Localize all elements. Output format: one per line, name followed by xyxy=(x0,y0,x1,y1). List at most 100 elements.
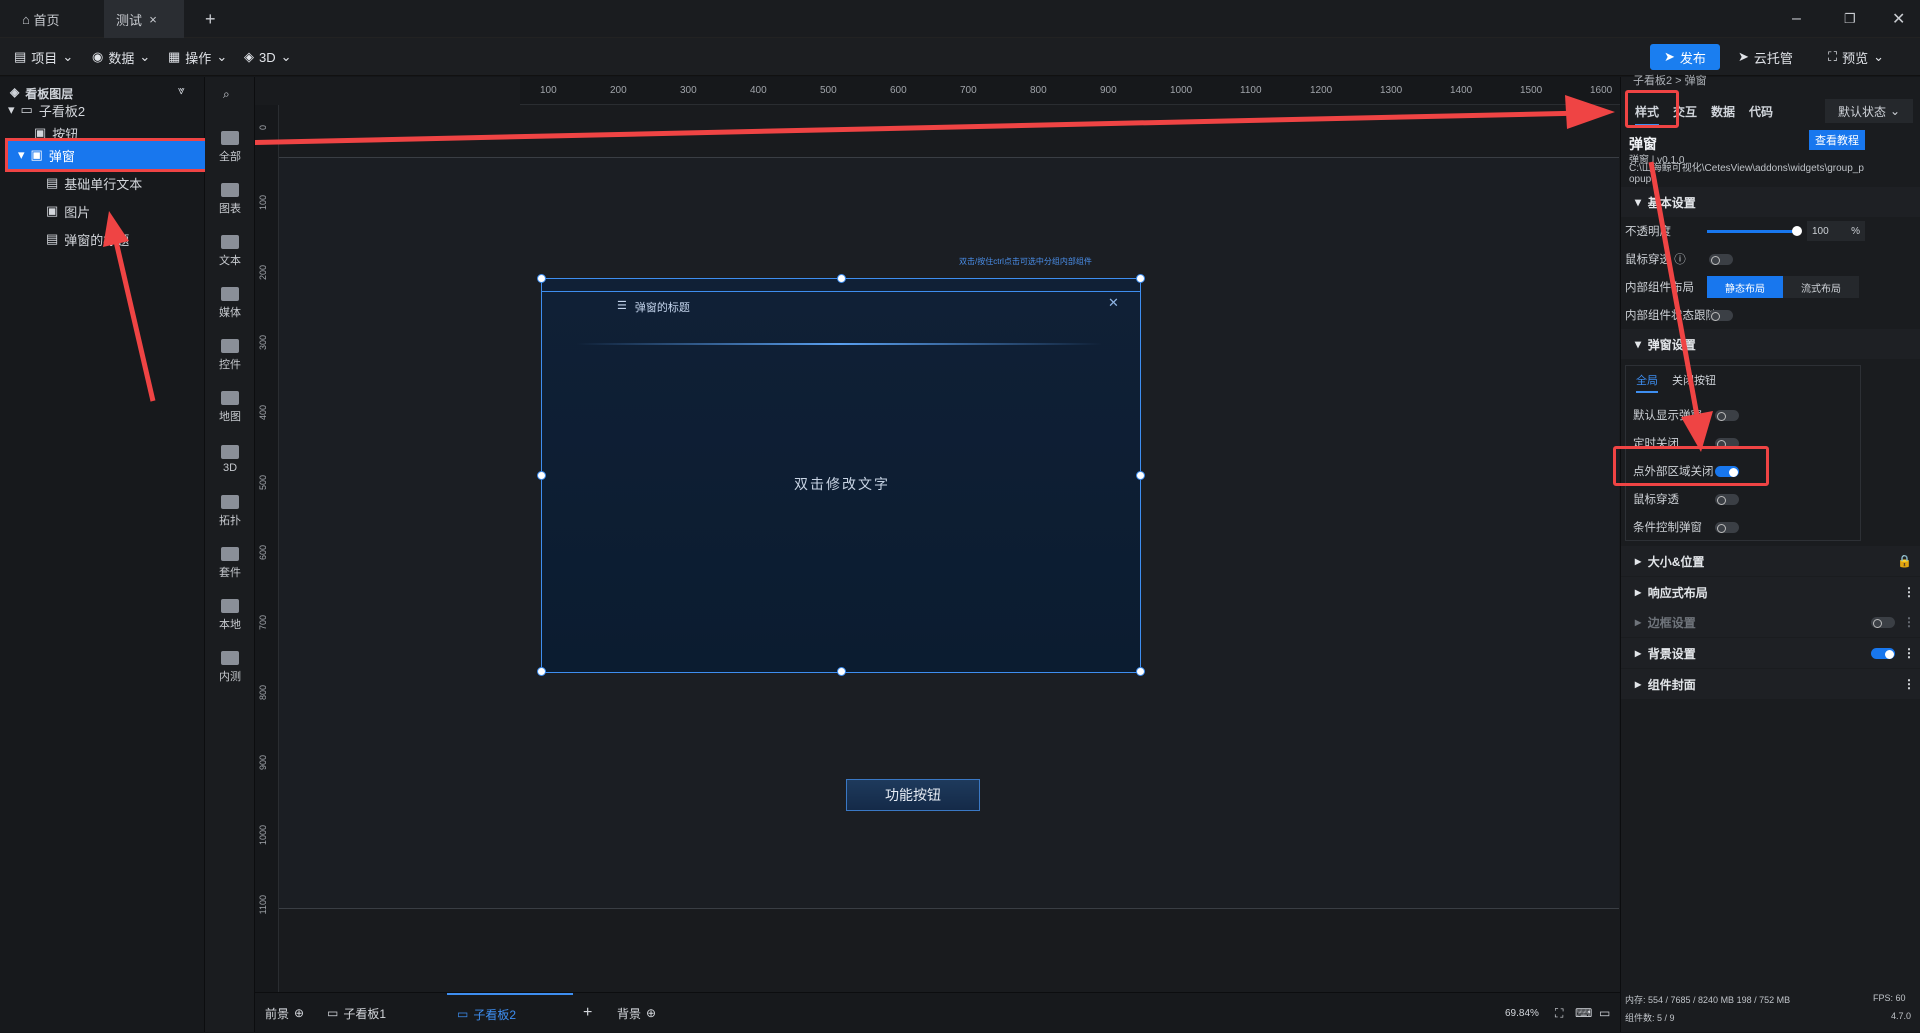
layer-item-popup[interactable]: ▾ ▣ 弹窗 xyxy=(5,138,209,172)
function-button[interactable]: 功能按钮 xyxy=(846,779,980,811)
terminal-icon[interactable]: ▭ xyxy=(1599,993,1610,1033)
list-icon: ☰ xyxy=(617,300,627,312)
expand-icon: ▸ xyxy=(1635,585,1642,599)
data-menu[interactable]: ◉ 数据 ⌄ xyxy=(92,38,150,76)
chart-icon xyxy=(221,650,239,665)
grid-icon: ▦ xyxy=(168,49,181,64)
chart-icon xyxy=(221,182,239,197)
canvas-area[interactable]: 100 200 300 400 500 600 700 800 900 1000 1100 1200 1… xyxy=(255,77,1875,992)
board1-tab[interactable]: ▭ 子看板1 xyxy=(327,993,386,1033)
resize-handle[interactable] xyxy=(837,667,846,676)
filter-icon[interactable]: ⩔ xyxy=(178,83,185,98)
popup-setting-toggle[interactable] xyxy=(1715,522,1739,533)
chevron-down-icon: ⌄ xyxy=(216,49,228,64)
memory-status: 内存: 554 / 7685 / 8240 MB 198 / 752 MB xyxy=(1625,995,1791,1005)
operate-menu[interactable]: ▦ 操作 ⌄ xyxy=(168,38,227,76)
resize-handle[interactable] xyxy=(1136,274,1145,283)
selection-hint: 双击/按住ctrl点击可选中分组内部组件 xyxy=(959,257,1092,266)
tab-test[interactable]: 测试 × xyxy=(104,0,184,38)
category-chart[interactable]: 图表 xyxy=(205,173,255,225)
minimize-icon[interactable]: – xyxy=(1780,0,1813,38)
expand-icon[interactable]: ▾ xyxy=(8,102,15,118)
close-window-icon[interactable]: ✕ xyxy=(1880,0,1917,38)
send-icon: ➤ xyxy=(1738,49,1749,64)
restore-icon[interactable]: ❐ xyxy=(1832,0,1868,38)
cube-icon xyxy=(221,444,239,459)
more-icon[interactable]: ⋮ xyxy=(1903,646,1915,660)
section-size[interactable]: ▸ 大小&位置 🔒 xyxy=(1621,546,1920,576)
add-board-button[interactable]: + xyxy=(583,993,592,1033)
fit-icon[interactable]: ⛶ xyxy=(1555,993,1563,1033)
annotation-arrow-top xyxy=(255,95,1615,146)
map-icon xyxy=(221,390,239,405)
close-icon[interactable]: × xyxy=(149,12,157,27)
chevron-down-icon: ⌄ xyxy=(139,49,151,64)
file-icon: ▤ xyxy=(14,49,27,64)
title-glow-line xyxy=(577,343,1102,345)
resize-handle[interactable] xyxy=(537,471,546,480)
preview-button[interactable]: ⛶ 预览 ⌄ xyxy=(1828,38,1884,76)
popup-setting-row: 条件控制弹窗 xyxy=(1621,513,1920,541)
popup-close-icon[interactable]: ✕ xyxy=(1108,295,1119,311)
add-tab-button[interactable]: + xyxy=(193,0,228,38)
annotation-arrow-right xyxy=(1648,161,1713,452)
image-icon: ▣ xyxy=(30,147,43,162)
control-icon xyxy=(221,338,239,353)
popup-divider xyxy=(542,291,1140,292)
category-beta[interactable]: 内测 xyxy=(205,641,255,693)
popup-widget[interactable]: ☰ 弹窗的标题 ✕ 双击修改文字 xyxy=(537,274,1145,676)
more-icon[interactable]: ⋮ xyxy=(1903,615,1915,629)
resize-handle[interactable] xyxy=(537,274,546,283)
category-kit[interactable]: 套件 xyxy=(205,537,255,589)
publish-button[interactable]: ➤ 发布 xyxy=(1650,44,1720,70)
popup-text[interactable]: 双击修改文字 xyxy=(542,474,1142,494)
background-toggle[interactable] xyxy=(1871,648,1895,659)
more-icon[interactable]: ⋮ xyxy=(1903,585,1915,599)
text-icon xyxy=(221,234,239,249)
section-background[interactable]: ▸ 背景设置 ⋮ xyxy=(1621,638,1920,668)
search-icon[interactable]: ⌕ xyxy=(223,87,230,102)
ruler-tick: 600 xyxy=(258,545,268,561)
category-media[interactable]: 媒体 xyxy=(205,277,255,329)
ruler-tick: 1100 xyxy=(258,895,268,915)
section-border[interactable]: ▸ 边框设置 ⋮ xyxy=(1621,607,1920,637)
category-3d[interactable]: 3D xyxy=(205,433,255,485)
board2-tab[interactable]: ▭ 子看板2 xyxy=(447,993,573,1033)
category-topology[interactable]: 拓扑 xyxy=(205,485,255,537)
background-tab[interactable]: 背景 ⊕ xyxy=(617,993,656,1033)
keyboard-icon[interactable]: ⌨ xyxy=(1575,993,1592,1033)
category-map[interactable]: 地图 xyxy=(205,381,255,433)
category-control[interactable]: 控件 xyxy=(205,329,255,381)
resize-handle[interactable] xyxy=(1136,667,1145,676)
resize-handle[interactable] xyxy=(537,667,546,676)
annotation-arrow-layers xyxy=(103,211,156,402)
more-icon[interactable]: ⋮ xyxy=(1903,677,1915,691)
lock-icon[interactable]: 🔒 xyxy=(1897,554,1912,568)
expand-icon[interactable]: ▾ xyxy=(18,147,25,163)
properties-panel: 子看板2 > 弹窗 样式 交互 数据 代码 默认状态 ⌄ 弹窗 查看教程 弹窗 |… xyxy=(1613,75,1920,1032)
fullscreen-icon: ⛶ xyxy=(1828,49,1838,64)
border-toggle[interactable] xyxy=(1871,617,1895,628)
project-menu[interactable]: ▤ 项目 ⌄ xyxy=(14,38,73,76)
category-all[interactable]: 全部 xyxy=(205,121,255,173)
tab-home[interactable]: ⌂ 首页 xyxy=(10,0,72,38)
section-cover[interactable]: ▸ 组件封面 ⋮ xyxy=(1621,669,1920,699)
3d-menu[interactable]: ◈ 3D ⌄ xyxy=(244,38,292,76)
section-responsive[interactable]: ▸ 响应式布局 ⋮ xyxy=(1621,577,1920,607)
resize-handle[interactable] xyxy=(1136,471,1145,480)
foreground-tab[interactable]: 前景 ⊕ xyxy=(265,993,304,1033)
database-icon: ◉ xyxy=(92,49,104,64)
bottom-bar: 前景 ⊕ ▭ 子看板1 ▭ 子看板2 + 背景 ⊕ 69.84% ⛶ ⌨ ▭ xyxy=(255,992,1620,1032)
resize-handle[interactable] xyxy=(837,274,846,283)
component-count: 组件数: 5 / 9 xyxy=(1625,1013,1675,1023)
category-local[interactable]: 本地 xyxy=(205,589,255,641)
add-icon[interactable]: ⊕ xyxy=(646,1006,656,1020)
text-icon: ▤ xyxy=(46,175,59,190)
category-text[interactable]: 文本 xyxy=(205,225,255,277)
zoom-level[interactable]: 69.84% xyxy=(1505,993,1539,1033)
add-icon[interactable]: ⊕ xyxy=(294,1006,304,1020)
cloud-button[interactable]: ➤ 云托管 xyxy=(1738,38,1793,76)
title-bar: ⌂ 首页 测试 × + – ❐ ✕ xyxy=(0,0,1920,38)
ruler-tick: 200 xyxy=(258,265,268,281)
layer-item-text[interactable]: ▤ 基础单行文本 xyxy=(0,170,205,196)
